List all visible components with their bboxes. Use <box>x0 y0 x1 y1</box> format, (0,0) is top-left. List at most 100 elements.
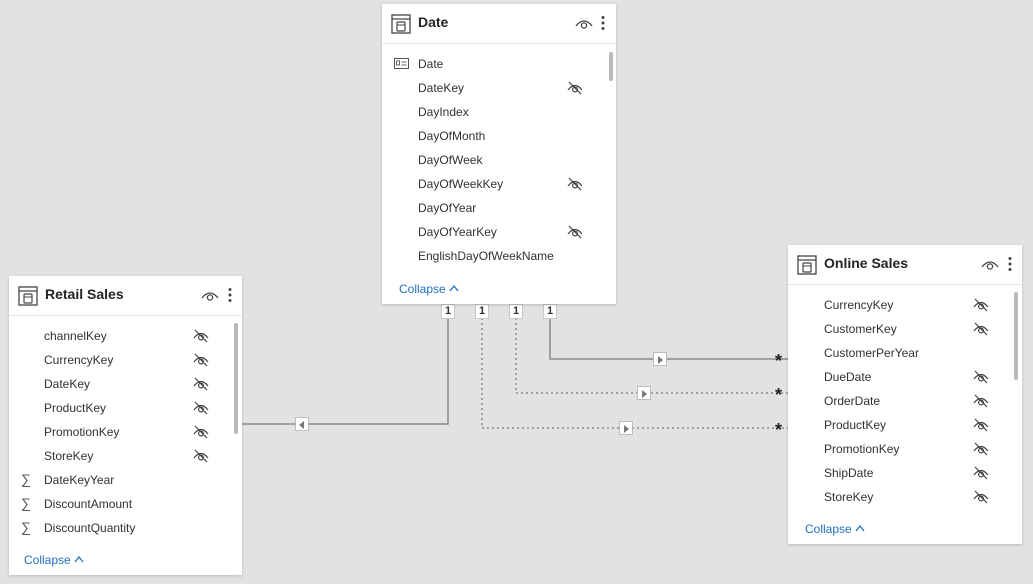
field-name: StoreKey <box>44 449 94 463</box>
field-row[interactable]: PromotionKey <box>9 420 242 444</box>
field-row[interactable]: ShipDate <box>788 461 1022 485</box>
field-row[interactable]: EnglishDayOfWeekName <box>382 244 616 268</box>
field-row[interactable]: ProductKey <box>788 413 1022 437</box>
collapse-button[interactable]: Collapse <box>399 282 459 296</box>
field-row[interactable]: ∑ DateKeyYear <box>9 468 242 492</box>
field-row[interactable]: DayOfYear <box>382 196 616 220</box>
field-row[interactable]: DayOfMonth <box>382 124 616 148</box>
visibility-eye-icon[interactable] <box>201 290 219 302</box>
relationship-line-date-retail <box>242 318 449 425</box>
field-row[interactable]: CustomerPerYear <box>788 341 1022 365</box>
scrollbar[interactable] <box>609 52 613 81</box>
field-row[interactable]: ∑ DiscountAmount <box>9 492 242 516</box>
hidden-eye-icon[interactable] <box>567 81 583 95</box>
field-row[interactable]: Date <box>382 52 616 76</box>
table-card-retail-sales[interactable]: Retail Sales channelKey CurrencyKey DateKe… <box>9 276 242 575</box>
hidden-eye-icon[interactable] <box>193 329 209 343</box>
visibility-eye-icon[interactable] <box>575 18 593 30</box>
cardinality-one-label: 1 <box>475 304 489 319</box>
collapse-button[interactable]: Collapse <box>805 522 865 536</box>
hidden-eye-icon[interactable] <box>973 418 989 432</box>
field-row[interactable]: ProductKey <box>9 396 242 420</box>
filter-direction-right-icon[interactable] <box>653 352 667 366</box>
field-name: OrderDate <box>824 394 881 408</box>
field-name: DayOfWeek <box>418 153 483 167</box>
hidden-eye-icon[interactable] <box>973 370 989 384</box>
hidden-eye-icon[interactable] <box>193 353 209 367</box>
field-name: DayOfYear <box>418 201 477 215</box>
hidden-eye-icon[interactable] <box>567 177 583 191</box>
field-name: DayIndex <box>418 105 469 119</box>
more-options-icon[interactable] <box>227 287 233 303</box>
relationship-line-date-online-2 <box>515 318 788 394</box>
field-row[interactable]: CurrencyKey <box>788 293 1022 317</box>
field-row[interactable]: channelKey <box>9 324 242 348</box>
cardinality-one-label: 1 <box>441 304 455 319</box>
filter-direction-right-icon[interactable] <box>619 421 633 435</box>
field-row[interactable]: PromotionKey <box>788 437 1022 461</box>
field-name: DayOfMonth <box>418 129 486 143</box>
field-list[interactable]: CurrencyKey CustomerKey CustomerPerYear Due… <box>788 293 1022 509</box>
chevron-up-icon <box>855 524 865 532</box>
table-header[interactable]: Online Sales <box>788 245 1022 285</box>
filter-direction-right-icon[interactable] <box>637 386 651 400</box>
field-row[interactable]: DateKey <box>9 372 242 396</box>
table-icon <box>797 255 817 275</box>
field-row[interactable]: CurrencyKey <box>9 348 242 372</box>
field-name: DateKey <box>44 377 91 391</box>
hidden-eye-icon[interactable] <box>193 401 209 415</box>
hidden-eye-icon[interactable] <box>973 442 989 456</box>
scrollbar[interactable] <box>234 323 238 434</box>
field-name: DiscountQuantity <box>44 521 136 535</box>
field-row[interactable]: ∑ DiscountQuantity <box>9 516 242 540</box>
more-options-icon[interactable] <box>1007 256 1013 272</box>
field-list[interactable]: channelKey CurrencyKey DateKey ProductKey Pr… <box>9 324 242 540</box>
field-row[interactable]: DayOfYearKey <box>382 220 616 244</box>
table-header[interactable]: Retail Sales <box>9 276 242 316</box>
cardinality-one-label: 1 <box>543 304 557 319</box>
scrollbar[interactable] <box>1014 292 1018 380</box>
model-canvas[interactable]: 1 1 1 1 * * * Date Date DateKey DayIndex Da… <box>0 0 1033 584</box>
collapse-button[interactable]: Collapse <box>24 553 84 567</box>
hidden-eye-icon[interactable] <box>973 466 989 480</box>
hidden-eye-icon[interactable] <box>973 298 989 312</box>
visibility-eye-icon[interactable] <box>981 259 999 271</box>
table-title: Retail Sales <box>45 286 124 302</box>
hidden-eye-icon[interactable] <box>567 225 583 239</box>
calendar-field-icon <box>394 58 409 69</box>
field-name: ShipDate <box>824 466 874 480</box>
hidden-eye-icon[interactable] <box>973 394 989 408</box>
field-name: DueDate <box>824 370 872 384</box>
sigma-icon: ∑ <box>21 519 31 535</box>
field-name: DateKeyYear <box>44 473 115 487</box>
field-name: CurrencyKey <box>824 298 894 312</box>
field-row[interactable]: DayOfWeekKey <box>382 172 616 196</box>
field-row[interactable]: DayIndex <box>382 100 616 124</box>
field-row[interactable]: OrderDate <box>788 389 1022 413</box>
cardinality-one-label: 1 <box>509 304 523 319</box>
field-name: PromotionKey <box>44 425 120 439</box>
field-row[interactable]: StoreKey <box>788 485 1022 509</box>
table-card-date[interactable]: Date Date DateKey DayIndex DayOfMonth DayOfW… <box>382 4 616 304</box>
field-row[interactable]: DayOfWeek <box>382 148 616 172</box>
field-name: DiscountAmount <box>44 497 133 511</box>
field-row[interactable]: CustomerKey <box>788 317 1022 341</box>
field-row[interactable]: DueDate <box>788 365 1022 389</box>
relationship-line-date-online-1 <box>481 318 788 429</box>
field-list[interactable]: Date DateKey DayIndex DayOfMonth DayOfWeek Da… <box>382 52 616 268</box>
sigma-icon: ∑ <box>21 495 31 511</box>
hidden-eye-icon[interactable] <box>973 490 989 504</box>
field-row[interactable]: DateKey <box>382 76 616 100</box>
collapse-label: Collapse <box>24 553 71 567</box>
table-card-online-sales[interactable]: Online Sales CurrencyKey CustomerKey Custo… <box>788 245 1022 544</box>
table-header[interactable]: Date <box>382 4 616 44</box>
more-options-icon[interactable] <box>600 15 606 31</box>
hidden-eye-icon[interactable] <box>193 377 209 391</box>
hidden-eye-icon[interactable] <box>193 449 209 463</box>
hidden-eye-icon[interactable] <box>973 322 989 336</box>
field-row[interactable]: StoreKey <box>9 444 242 468</box>
field-name: DayOfYearKey <box>418 225 497 239</box>
filter-direction-left-icon[interactable] <box>295 417 309 431</box>
table-title: Date <box>418 14 449 30</box>
hidden-eye-icon[interactable] <box>193 425 209 439</box>
